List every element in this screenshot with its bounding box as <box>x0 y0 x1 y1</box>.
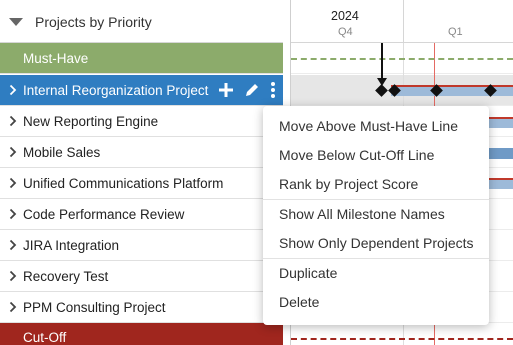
project-row[interactable]: New Reporting Engine <box>0 106 283 137</box>
chevron-right-icon[interactable] <box>9 146 17 158</box>
list-header[interactable]: Projects by Priority <box>0 0 283 43</box>
band-label: Must-Have <box>23 51 89 66</box>
project-name: Mobile Sales <box>23 145 101 160</box>
project-list-panel: Projects by Priority Must-Have Internal … <box>0 0 283 345</box>
project-row[interactable]: PPM Consulting Project <box>0 292 283 323</box>
plus-icon[interactable] <box>217 81 235 99</box>
project-row-selected[interactable]: Internal Reorganization Project <box>0 75 283 106</box>
menu-item-show-dependent[interactable]: Show Only Dependent Projects <box>263 229 489 258</box>
menu-item-move-above[interactable]: Move Above Must-Have Line <box>263 112 489 141</box>
chevron-right-icon[interactable] <box>9 270 17 282</box>
project-name: Recovery Test <box>23 269 109 284</box>
band-label: Cut-Off <box>23 330 67 345</box>
cut-off-band: Cut-Off <box>0 323 283 345</box>
menu-item-rank-score[interactable]: Rank by Project Score <box>263 170 489 199</box>
chevron-right-icon[interactable] <box>9 177 17 189</box>
project-bar[interactable] <box>489 117 513 128</box>
project-name: PPM Consulting Project <box>23 300 166 315</box>
project-row[interactable]: Code Performance Review <box>0 199 283 230</box>
project-name: New Reporting Engine <box>23 114 159 129</box>
kebab-icon[interactable] <box>269 81 277 99</box>
cut-off-line <box>291 338 513 340</box>
list-title: Projects by Priority <box>35 14 152 30</box>
context-menu: Move Above Must-Have Line Move Below Cut… <box>263 106 489 325</box>
row-actions <box>217 81 277 99</box>
chevron-right-icon[interactable] <box>9 115 17 127</box>
must-have-band: Must-Have <box>0 43 283 74</box>
project-bar[interactable] <box>489 178 513 189</box>
project-name: Code Performance Review <box>23 207 185 222</box>
timeline-header: 2024 Q4 Q1 <box>291 0 513 43</box>
must-have-line <box>291 58 513 60</box>
project-bar[interactable] <box>489 148 513 159</box>
menu-item-show-milestones[interactable]: Show All Milestone Names <box>263 200 489 229</box>
menu-item-move-below[interactable]: Move Below Cut-Off Line <box>263 141 489 170</box>
project-name: JIRA Integration <box>23 238 120 253</box>
project-row[interactable]: Recovery Test <box>0 261 283 292</box>
project-row[interactable]: Mobile Sales <box>0 137 283 168</box>
chevron-right-icon[interactable] <box>9 239 17 251</box>
project-name: Internal Reorganization Project <box>23 83 209 98</box>
menu-item-delete[interactable]: Delete <box>263 288 489 317</box>
quarter-separator <box>403 0 404 43</box>
dependency-arrow <box>381 43 383 81</box>
timeline-quarter: Q1 <box>448 26 463 38</box>
project-name: Unified Communications Platform <box>23 176 224 191</box>
project-row[interactable]: JIRA Integration <box>0 230 283 261</box>
menu-item-duplicate[interactable]: Duplicate <box>263 259 489 288</box>
chevron-right-icon[interactable] <box>9 301 17 313</box>
triangle-down-icon[interactable] <box>9 18 23 26</box>
timeline-quarter: Q4 <box>338 26 353 38</box>
project-row[interactable]: Unified Communications Platform <box>0 168 283 199</box>
arrowhead-icon <box>377 78 387 86</box>
chevron-right-icon[interactable] <box>9 208 17 220</box>
chevron-right-icon[interactable] <box>9 84 17 96</box>
pencil-icon[interactable] <box>243 81 261 99</box>
timeline-year: 2024 <box>331 9 359 23</box>
